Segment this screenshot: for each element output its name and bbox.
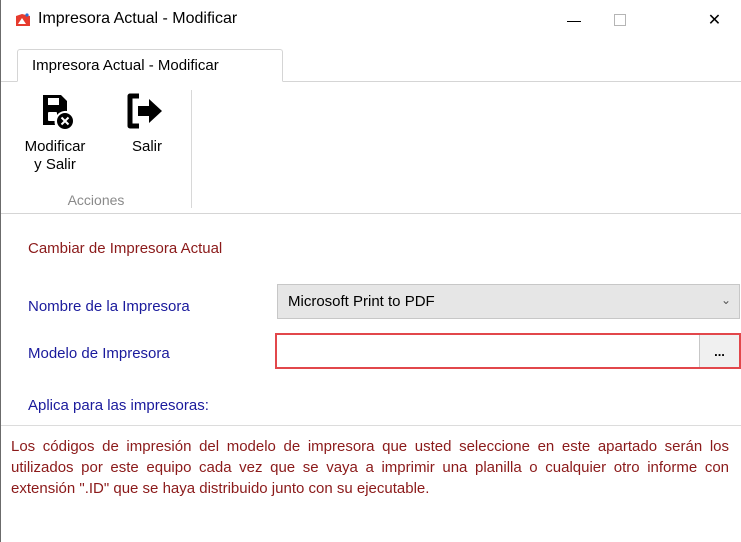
title-bar[interactable]: Impresora Actual - Modificar ✕ [1,0,741,40]
minimize-button[interactable] [551,0,597,40]
exit-label: Salir [131,138,162,155]
section-title: Cambiar de Impresora Actual [28,240,223,257]
modify-and-exit-button[interactable]: Modificar y Salir [25,92,85,174]
close-icon: ✕ [707,12,722,29]
group-separator [191,90,192,208]
printer-name-value: Microsoft Print to PDF [288,293,435,310]
maximize-button[interactable] [597,0,643,40]
printer-model-label: Modelo de Impresora [28,345,170,362]
window-title: Impresora Actual - Modificar [38,10,238,27]
minimize-icon [567,20,581,22]
info-text: Los códigos de impresión del modelo de i… [11,438,729,497]
modify-line2: y Salir [34,156,76,173]
exit-button[interactable]: Salir [125,92,169,156]
app-icon [15,13,31,27]
tab-impresora-actual[interactable]: Impresora Actual - Modificar [17,49,283,82]
close-button[interactable]: ✕ [687,0,741,40]
printer-name-label: Nombre de la Impresora [28,298,190,315]
app-window: Impresora Actual - Modificar ✕ Impresora… [0,0,741,542]
printer-model-input[interactable] [277,335,699,367]
tab-label: Impresora Actual - Modificar [32,57,219,74]
printer-model-browse-button[interactable]: ... [699,335,739,367]
group-label-acciones: Acciones [67,192,125,208]
printer-model-field: ... [275,333,741,369]
save-close-icon [43,95,73,129]
exit-icon [127,93,162,129]
info-panel: Los códigos de impresión del modelo de i… [1,425,741,542]
maximize-icon [614,14,626,26]
ribbon-panel: Modificar y Salir Salir Acciones [1,82,741,214]
ribbon-tab-strip: Impresora Actual - Modificar [1,40,741,82]
printer-name-select[interactable]: Microsoft Print to PDF ⌄ [277,284,740,319]
applies-to-label: Aplica para las impresoras: [28,397,209,414]
chevron-down-icon: ⌄ [721,293,732,307]
modify-line1: Modificar [24,138,86,155]
